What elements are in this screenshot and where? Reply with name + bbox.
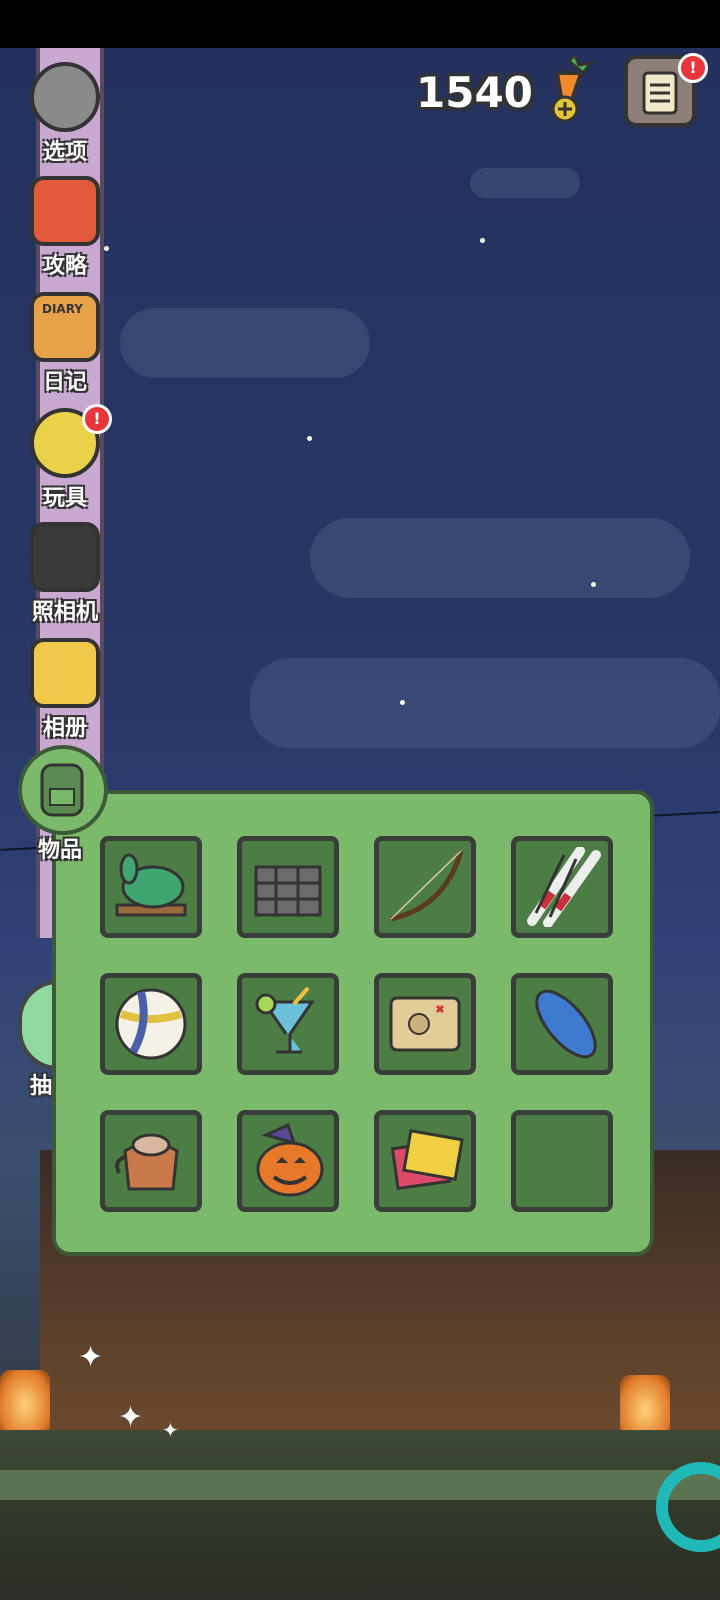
sidebar-item-items[interactable]	[18, 745, 108, 835]
inventory-slot[interactable]	[237, 973, 339, 1075]
status-bar	[0, 0, 720, 48]
inventory-slot[interactable]	[374, 836, 476, 938]
bow-icon	[390, 850, 464, 922]
inventory-slot[interactable]	[511, 973, 613, 1075]
jade-rabbit-statue-icon	[115, 853, 187, 917]
inventory-slot[interactable]	[100, 836, 202, 938]
sidebar-partial-label: 抽	[30, 1074, 53, 1099]
sidebar-item-diary[interactable]: DIARY 日记	[20, 292, 110, 402]
inventory-panel	[52, 790, 654, 1256]
cloud	[470, 168, 580, 198]
diary-cover-text: DIARY	[42, 302, 83, 316]
teapot-icon	[115, 1133, 179, 1191]
inventory-slot[interactable]	[374, 973, 476, 1075]
guide-book-icon	[30, 176, 100, 246]
sparkle-icon: ✦	[162, 1418, 179, 1442]
sidebar-item-label: 照相机	[31, 600, 98, 625]
treasure-map-icon	[389, 996, 461, 1052]
star	[480, 238, 485, 243]
diary-icon: DIARY	[30, 292, 100, 362]
volleyball-icon	[115, 988, 187, 1060]
carrot-count: 1540	[416, 68, 533, 117]
sidebar-item-camera[interactable]: 照相机	[20, 522, 110, 632]
carrot-plus-icon	[551, 52, 595, 123]
sparkle-icon: ✦	[78, 1340, 104, 1375]
sidebar-item-label: 攻略	[42, 254, 87, 279]
sparkle-icon: ✦	[118, 1400, 144, 1435]
menu-button[interactable]: !	[624, 53, 708, 127]
sidebar-item-album[interactable]: 相册	[20, 638, 110, 748]
star	[591, 582, 596, 587]
skis-and-poles-icon	[527, 847, 601, 927]
cloud	[120, 308, 370, 378]
inventory-slot[interactable]	[374, 1110, 476, 1212]
inventory-slot[interactable]	[100, 1110, 202, 1212]
sidebar-item-toys[interactable]: ! 玩具	[20, 404, 112, 518]
sidebar-item-label: 相册	[42, 716, 87, 741]
cloud	[250, 658, 720, 748]
inventory-slot[interactable]	[100, 973, 202, 1075]
jack-o-lantern-icon	[256, 1122, 324, 1197]
sidebar-item-guide[interactable]: 攻略	[20, 176, 110, 286]
add-carrot-button[interactable]	[535, 52, 595, 127]
inventory-slot[interactable]	[237, 1110, 339, 1212]
star	[307, 436, 312, 441]
toy-balls-icon: !	[30, 404, 112, 478]
picture-cards-icon	[390, 1129, 464, 1191]
cloud	[310, 518, 690, 598]
sidebar-item-label: 玩具	[42, 486, 87, 511]
sidebar-item-label: 物品	[38, 838, 83, 863]
sidebar-item-options[interactable]: 选项	[20, 62, 110, 172]
gear-icon	[30, 62, 100, 132]
grass-strip	[0, 1470, 720, 1500]
menu-badge: !	[678, 53, 708, 83]
ground	[0, 1430, 720, 1600]
sidebar-item-label: 选项	[42, 140, 87, 165]
camera-icon	[30, 522, 100, 592]
inventory-slot[interactable]	[237, 836, 339, 938]
star	[400, 700, 405, 705]
wooden-crate-icon	[254, 865, 322, 917]
tropical-drink-icon	[255, 986, 315, 1054]
photo-album-icon	[30, 638, 100, 708]
sidebar-item-label: 日记	[42, 370, 87, 395]
surfboard-icon	[535, 989, 597, 1059]
backpack-icon	[40, 763, 84, 817]
toys-badge: !	[82, 404, 112, 434]
inventory-slot-empty[interactable]	[511, 1110, 613, 1212]
inventory-slot[interactable]	[511, 836, 613, 938]
